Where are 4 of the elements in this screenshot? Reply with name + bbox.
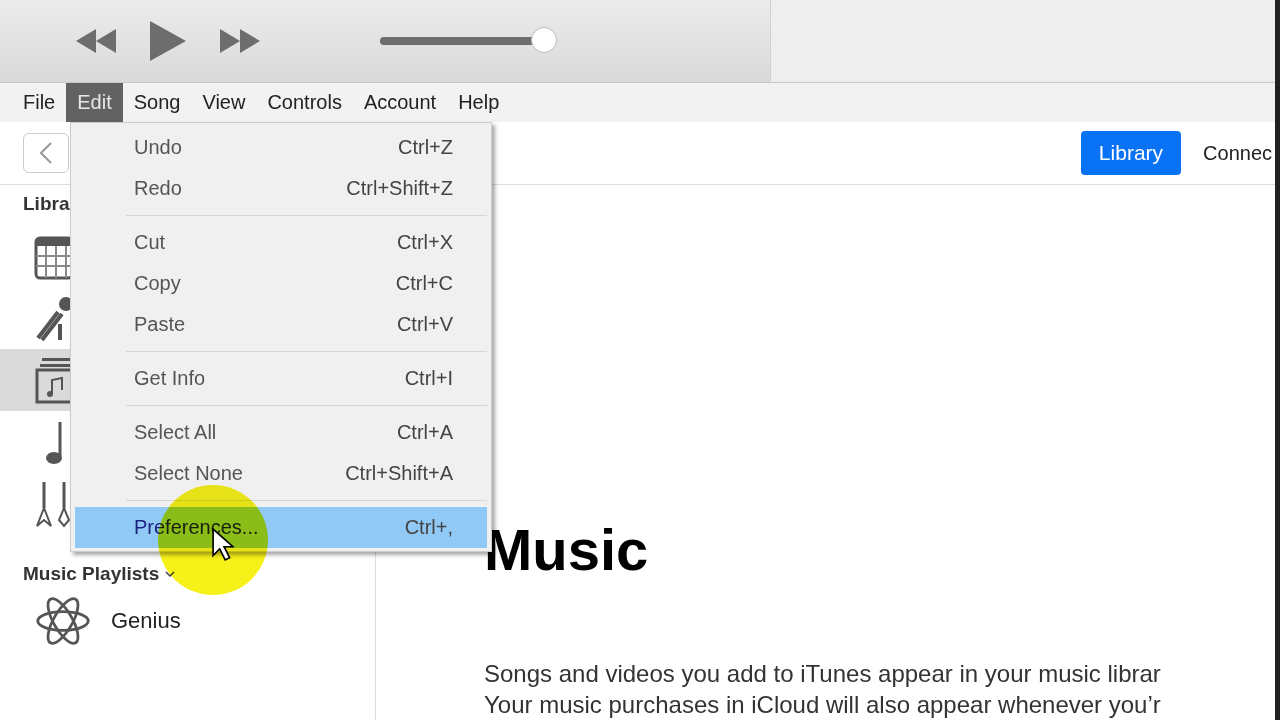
page-title: Music — [484, 516, 649, 584]
description-text: Your music purchases in iCloud will also appear whenever you’r — [484, 690, 1161, 720]
sidebar-heading: Libra — [23, 193, 70, 216]
description-text: Songs and videos you add to iTunes appear in your music librar — [484, 659, 1161, 689]
